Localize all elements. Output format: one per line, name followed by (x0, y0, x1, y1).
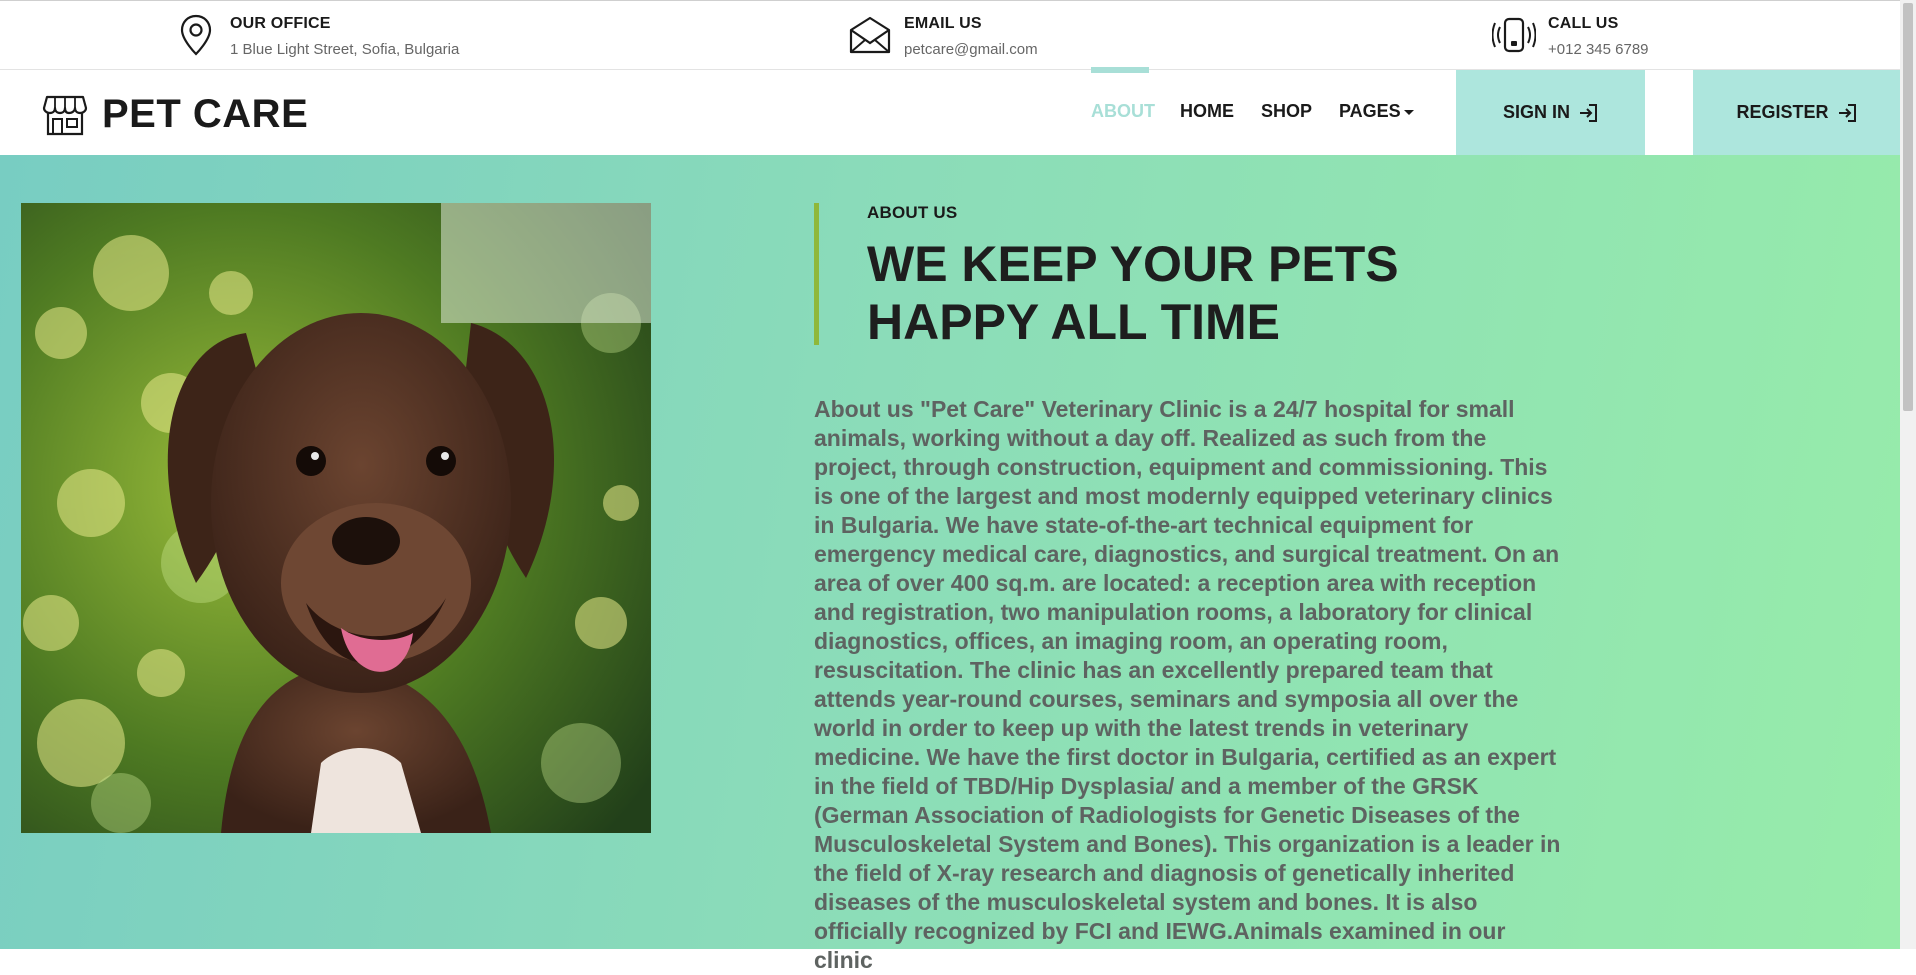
envelope-icon (848, 13, 892, 57)
active-indicator (1091, 67, 1149, 73)
sign-in-button[interactable]: SIGN IN (1456, 70, 1645, 155)
about-section: ABOUT US WE KEEP YOUR PETS HAPPY ALL TIM… (0, 155, 1900, 973)
nav-shop[interactable]: SHOP (1261, 101, 1312, 122)
nav-pages-dropdown[interactable]: PAGES (1339, 101, 1414, 122)
main-navbar: PET CARE ABOUT HOME SHOP PAGES SIGN IN R… (0, 67, 1900, 155)
location-pin-icon (174, 13, 218, 57)
email-contact: EMAIL US petcare@gmail.com (848, 13, 1038, 58)
call-title: CALL US (1548, 15, 1619, 32)
sign-in-label: SIGN IN (1502, 102, 1570, 122)
page-scrollbar[interactable] (1900, 0, 1916, 949)
nav-about[interactable]: ABOUT (1091, 101, 1155, 122)
contact-bar: OUR OFFICE 1 Blue Light Street, Sofia, B… (0, 0, 1900, 70)
nav-home[interactable]: HOME (1180, 101, 1234, 122)
scrollbar-thumb[interactable] (1903, 3, 1913, 411)
brand-name: PET CARE (102, 92, 309, 136)
email-title: EMAIL US (904, 15, 982, 32)
sign-in-arrow-icon (1580, 103, 1597, 122)
nav-pages-label: PAGES (1339, 101, 1401, 121)
caret-down-icon (1403, 109, 1414, 115)
register-button[interactable]: REGISTER (1693, 70, 1900, 155)
register-arrow-icon (1838, 103, 1856, 122)
office-contact: OUR OFFICE 1 Blue Light Street, Sofia, B… (174, 13, 459, 58)
register-label: REGISTER (1736, 102, 1829, 122)
about-description: About us "Pet Care" Veterinary Clinic is… (814, 396, 1561, 973)
storefront-icon (42, 95, 88, 135)
office-title: OUR OFFICE (230, 15, 331, 32)
about-heading-block: ABOUT US WE KEEP YOUR PETS HAPPY ALL TIM… (814, 203, 1574, 350)
about-title: WE KEEP YOUR PETS HAPPY ALL TIME (867, 236, 1399, 350)
vibrating-phone-icon (1492, 13, 1536, 57)
brand-logo-link[interactable]: PET CARE (42, 92, 308, 137)
about-label: ABOUT US (867, 203, 958, 222)
call-contact: CALL US +012 345 6789 (1492, 13, 1649, 58)
office-address: 1 Blue Light Street, Sofia, Bulgaria (230, 41, 460, 58)
email-address[interactable]: petcare@gmail.com (904, 41, 1038, 58)
puppy-photo (21, 203, 651, 833)
phone-number[interactable]: +012 345 6789 (1548, 41, 1649, 58)
